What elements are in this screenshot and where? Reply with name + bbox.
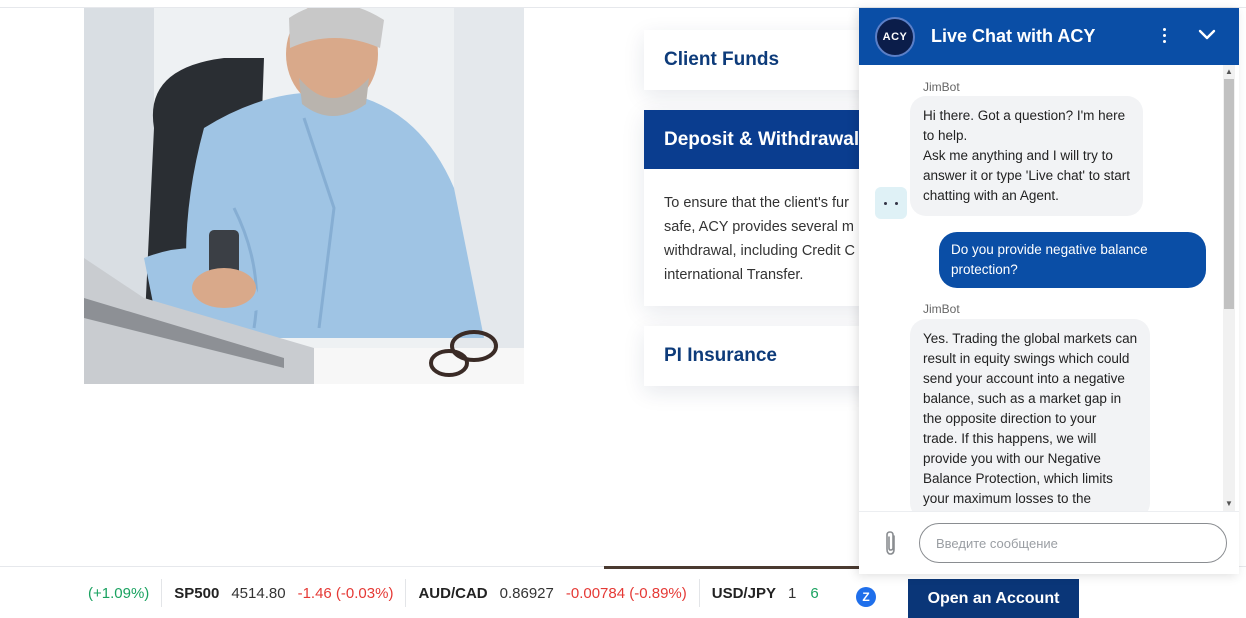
accordion-title[interactable]: Client Funds xyxy=(644,30,874,90)
bot-message: Hi there. Got a question? I'm here to he… xyxy=(910,96,1143,216)
ticker-divider xyxy=(698,579,700,607)
ticker-price: 1 xyxy=(787,584,797,602)
message-line: provide you with our Negative xyxy=(923,451,1101,466)
ticker-price: 0.86927 xyxy=(499,584,554,602)
paperclip-icon[interactable] xyxy=(881,529,901,557)
message-line: chatting with an Agent. xyxy=(923,188,1059,203)
message-line: to help. xyxy=(923,128,968,143)
bot-message: Yes. Trading the global markets can resu… xyxy=(910,319,1151,511)
accordion-body-line: safe, ACY provides several m xyxy=(664,219,854,235)
chat-composer xyxy=(859,511,1239,574)
accordion-item-deposit-withdrawal[interactable]: Deposit & Withdrawal To ensure that the … xyxy=(644,110,874,306)
message-line: Yes. Trading the global markets can xyxy=(923,331,1138,346)
zendesk-badge-icon[interactable]: Z xyxy=(856,587,876,607)
user-message: Do you provide negative balance protecti… xyxy=(939,232,1206,288)
bot-avatar-icon xyxy=(875,187,907,219)
ticker-divider xyxy=(405,579,407,607)
ticker-symbol[interactable]: SP500 xyxy=(174,585,219,602)
chevron-down-icon[interactable] xyxy=(1196,22,1218,46)
scroll-down-arrow-icon[interactable]: ▼ xyxy=(1223,497,1235,511)
ticker-strip: (+1.09%) SP500 4514.80 -1.46 (-0.03%) AU… xyxy=(88,567,819,618)
ticker-price: 4514.80 xyxy=(231,584,286,602)
message-line: Balance Protection, which limits xyxy=(923,471,1113,486)
man-with-phone-illustration xyxy=(84,8,524,384)
ticker-symbol[interactable]: USD/JPY xyxy=(712,585,776,602)
accordion-body-line: international Transfer. xyxy=(664,267,804,283)
message-sender: JimBot xyxy=(923,302,960,316)
ticker-change: 6 xyxy=(810,584,819,602)
ticker-change: (+1.09%) xyxy=(88,584,150,602)
open-account-button[interactable]: Open an Account xyxy=(908,579,1079,618)
message-line: the opposite direction to your xyxy=(923,411,1097,426)
hero-photo xyxy=(84,8,524,384)
message-line: Do you provide negative balance xyxy=(951,242,1148,257)
accordion-body: To ensure that the client's fur safe, AC… xyxy=(644,169,874,287)
accordion-title[interactable]: PI Insurance xyxy=(644,326,874,386)
accordion-body-line: withdrawal, including Credit C xyxy=(664,243,855,259)
footer-image-edge xyxy=(604,566,859,569)
scroll-thumb[interactable] xyxy=(1224,79,1234,309)
acy-logo: ACY xyxy=(875,16,915,57)
more-options-icon[interactable] xyxy=(1155,22,1173,48)
message-line: result in equity swings which could xyxy=(923,351,1130,366)
message-line: answer it or type 'Live chat' to start xyxy=(923,168,1130,183)
accordion-title[interactable]: Deposit & Withdrawal xyxy=(644,110,874,169)
chat-message-input[interactable] xyxy=(919,523,1227,563)
accordion-item-pi-insurance[interactable]: PI Insurance xyxy=(644,326,874,386)
chat-messages: JimBot Hi there. Got a question? I'm her… xyxy=(859,65,1239,511)
top-divider xyxy=(0,0,1246,8)
live-chat-widget: ACY Live Chat with ACY JimBot Hi there. … xyxy=(859,8,1239,574)
ticker-symbol[interactable]: AUD/CAD xyxy=(418,585,487,602)
accordion-item-client-funds[interactable]: Client Funds xyxy=(644,30,874,90)
message-line: balance, such as a market gap in xyxy=(923,391,1122,406)
message-sender: JimBot xyxy=(923,80,960,94)
message-line: Ask me anything and I will try to xyxy=(923,148,1113,163)
page: Client Funds Deposit & Withdrawal To ens… xyxy=(0,0,1246,618)
message-line: trade. If this happens, we will xyxy=(923,431,1097,446)
chat-scrollbar[interactable]: ▲ ▼ xyxy=(1223,65,1235,511)
ticker-change: -1.46 (-0.03%) xyxy=(297,584,394,602)
scroll-up-arrow-icon[interactable]: ▲ xyxy=(1223,65,1235,79)
chat-header: ACY Live Chat with ACY xyxy=(859,8,1239,65)
ticker-change: -0.00784 (-0.89%) xyxy=(565,584,687,602)
message-line: protection? xyxy=(951,262,1018,277)
ticker-divider xyxy=(161,579,163,607)
message-line: your maximum losses to the xyxy=(923,491,1092,506)
message-line: Hi there. Got a question? I'm here xyxy=(923,108,1126,123)
message-line: send your account into a negative xyxy=(923,371,1125,386)
accordion-body-line: To ensure that the client's fur xyxy=(664,195,849,211)
chat-title: Live Chat with ACY xyxy=(931,26,1096,46)
